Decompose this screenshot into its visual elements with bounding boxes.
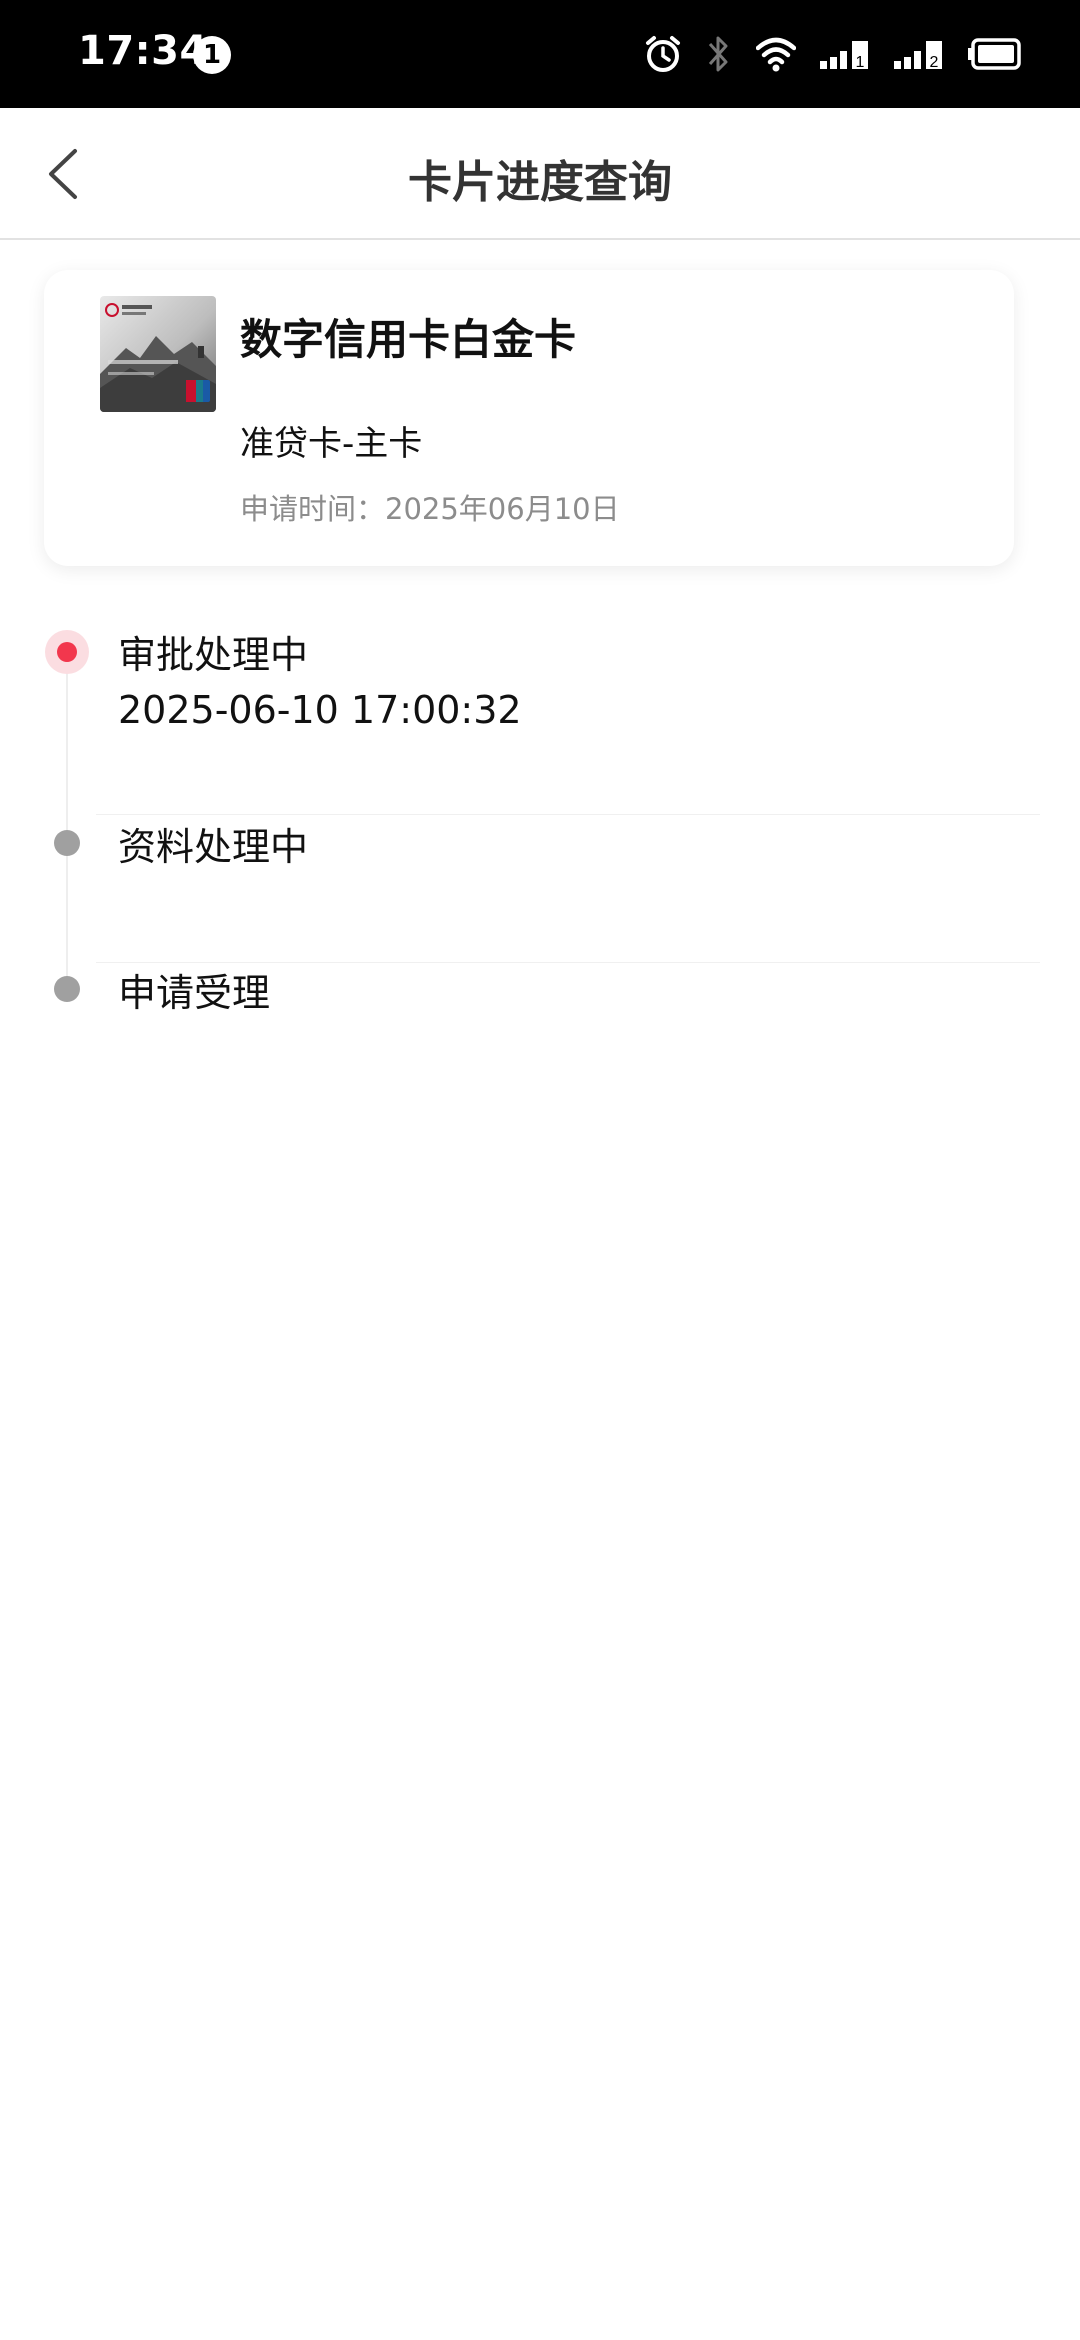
- page-title: 卡片进度查询: [408, 157, 672, 208]
- bluetooth-icon: [706, 34, 732, 74]
- status-bar: 17:34 1 1 2: [0, 0, 1080, 108]
- battery-icon: [968, 38, 1022, 70]
- step-title: 申请受理: [118, 971, 271, 1015]
- timeline-dot: [43, 819, 91, 867]
- status-icons: 1 2: [644, 30, 1022, 78]
- svg-text:1: 1: [856, 54, 865, 71]
- signal-2-icon: 2: [894, 37, 944, 71]
- svg-text:2: 2: [930, 54, 939, 71]
- apply-date: 申请时间：2025年06月10日: [240, 492, 620, 526]
- nav-bar: 卡片进度查询: [0, 108, 1080, 240]
- timeline-dot: [43, 965, 91, 1013]
- step-time: 2025-06-10 17:00:32: [118, 688, 522, 732]
- card-name: 数字信用卡白金卡: [240, 315, 577, 364]
- status-time: 17:34: [78, 28, 208, 74]
- step-title: 审批处理中: [118, 633, 309, 677]
- timeline-dot-active: [43, 628, 91, 676]
- alarm-icon: [644, 34, 682, 74]
- divider: [96, 814, 1040, 815]
- step-title: 资料处理中: [118, 825, 309, 869]
- card-info: 数字信用卡白金卡 准贷卡-主卡 申请时间：2025年06月10日: [44, 270, 1014, 566]
- notification-badge: 1: [193, 36, 231, 74]
- card-type: 准贷卡-主卡: [240, 424, 423, 464]
- wifi-icon: [756, 36, 796, 72]
- signal-1-icon: 1: [820, 37, 870, 71]
- card-thumbnail: [100, 296, 216, 412]
- progress-timeline: 审批处理中 2025-06-10 17:00:32 资料处理中 申请受理: [0, 600, 1080, 1020]
